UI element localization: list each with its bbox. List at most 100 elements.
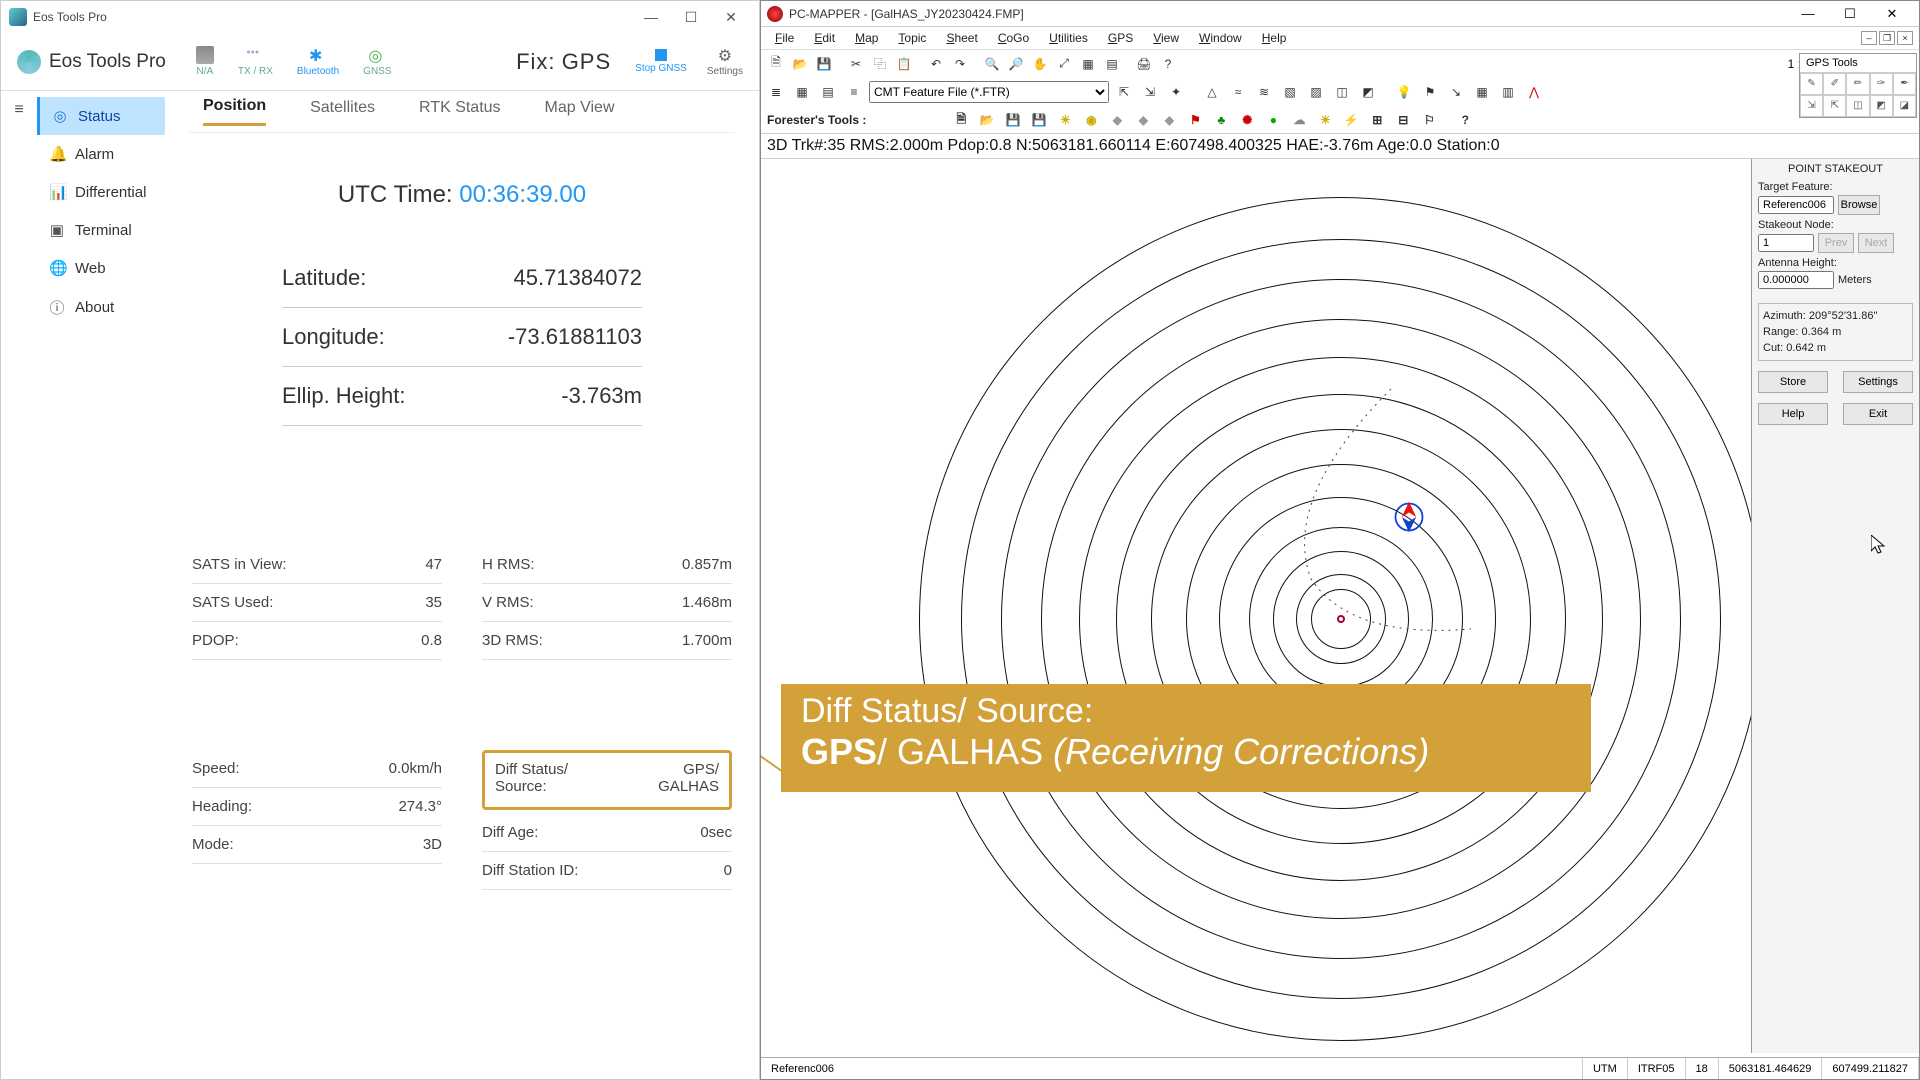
conn-txrx[interactable]: TX / RX bbox=[238, 46, 273, 77]
eos-titlebar[interactable]: Eos Tools Pro — ☐ ✕ bbox=[1, 1, 759, 33]
f-sun2-icon[interactable]: ☀ bbox=[1314, 109, 1336, 131]
menu-help[interactable]: Help bbox=[1254, 31, 1295, 45]
arrow-icon[interactable]: ↘ bbox=[1445, 81, 1467, 103]
f-save-icon[interactable]: 💾 bbox=[1002, 109, 1024, 131]
pan-icon[interactable]: ✋ bbox=[1029, 53, 1051, 75]
browse-button[interactable]: Browse bbox=[1838, 195, 1880, 215]
tab-satellites[interactable]: Satellites bbox=[310, 99, 375, 125]
gps-tool-6-icon[interactable]: ⇲ bbox=[1800, 95, 1823, 117]
gps-tool-5-icon[interactable]: ✒ bbox=[1893, 73, 1916, 95]
gps-tool-8-icon[interactable]: ◫ bbox=[1846, 95, 1869, 117]
gps-tool-9-icon[interactable]: ◩ bbox=[1870, 95, 1893, 117]
tool-b-icon[interactable]: ≈ bbox=[1227, 81, 1249, 103]
menu-cogo[interactable]: CoGo bbox=[990, 31, 1037, 45]
menu-sheet[interactable]: Sheet bbox=[938, 31, 985, 45]
grid-icon[interactable]: ▦ bbox=[1077, 53, 1099, 75]
gps-tool-4-icon[interactable]: ✑ bbox=[1870, 73, 1893, 95]
pcm-titlebar[interactable]: PC-MAPPER - [GalHAS_JY20230424.FMP] — ☐ … bbox=[761, 1, 1919, 27]
maximize-button[interactable]: ☐ bbox=[1829, 2, 1871, 26]
gps-tool-1-icon[interactable]: ✎ bbox=[1800, 73, 1823, 95]
minimize-button[interactable]: — bbox=[1787, 2, 1829, 26]
prev-button[interactable]: Prev bbox=[1818, 233, 1854, 253]
gps-tool-3-icon[interactable]: ✏ bbox=[1846, 73, 1869, 95]
mdi-restore[interactable]: ❐ bbox=[1879, 31, 1895, 45]
polyline-icon[interactable]: ⋀ bbox=[1523, 81, 1545, 103]
redo-icon[interactable]: ↷ bbox=[949, 53, 971, 75]
stakeout-node-input[interactable] bbox=[1758, 234, 1814, 252]
next-button[interactable]: Next bbox=[1858, 233, 1894, 253]
zoom-out-icon[interactable]: 🔎 bbox=[1005, 53, 1027, 75]
gps-tools-palette[interactable]: GPS Tools ✎✐✏✑✒ ⇲⇱◫◩◪ bbox=[1799, 53, 1917, 118]
export-icon[interactable]: ⇲ bbox=[1139, 81, 1161, 103]
f-g1-icon[interactable]: ◆ bbox=[1106, 109, 1128, 131]
menu-view[interactable]: View bbox=[1145, 31, 1187, 45]
feature-file-combo[interactable]: CMT Feature File (*.FTR) bbox=[869, 81, 1109, 103]
help-icon[interactable]: ? bbox=[1157, 53, 1179, 75]
stakeout-settings-button[interactable]: Settings bbox=[1843, 371, 1913, 393]
tab-map-view[interactable]: Map View bbox=[545, 99, 615, 125]
f-sun-icon[interactable]: ☀ bbox=[1054, 109, 1076, 131]
stop-gnss-button[interactable]: Stop GNSS bbox=[635, 49, 687, 74]
list-view-icon[interactable]: ≣ bbox=[765, 81, 787, 103]
f-new-icon[interactable]: 🗎 bbox=[950, 109, 972, 131]
f-ax-icon[interactable]: ✺ bbox=[1236, 109, 1258, 131]
hamburger-icon[interactable]: ≡ bbox=[1, 91, 37, 1079]
mdi-close[interactable]: × bbox=[1897, 31, 1913, 45]
f-flag2-icon[interactable]: ⚐ bbox=[1418, 109, 1440, 131]
conn-gnss[interactable]: GNSS bbox=[363, 46, 391, 77]
f-open-icon[interactable]: 📂 bbox=[976, 109, 998, 131]
tool-g-icon[interactable]: ◩ bbox=[1357, 81, 1379, 103]
minimize-button[interactable]: — bbox=[631, 3, 671, 31]
f-caliper-icon[interactable]: ⊟ bbox=[1392, 109, 1414, 131]
table-view-icon[interactable]: ▦ bbox=[791, 81, 813, 103]
menu-edit[interactable]: Edit bbox=[806, 31, 843, 45]
menu-gps[interactable]: GPS bbox=[1100, 31, 1141, 45]
tab-position[interactable]: Position bbox=[203, 97, 266, 126]
sidebar-item-alarm[interactable]: 🔔Alarm bbox=[37, 135, 165, 173]
tool-e-icon[interactable]: ▨ bbox=[1305, 81, 1327, 103]
new-icon[interactable]: 🗎 bbox=[765, 53, 787, 75]
bulb-icon[interactable]: 💡 bbox=[1393, 81, 1415, 103]
sidebar-item-differential[interactable]: 📊Differential bbox=[37, 173, 165, 211]
sheet-view-icon[interactable]: ▤ bbox=[817, 81, 839, 103]
maximize-button[interactable]: ☐ bbox=[671, 3, 711, 31]
menu-file[interactable]: File bbox=[767, 31, 802, 45]
menu-map[interactable]: Map bbox=[847, 31, 886, 45]
f-save2-icon[interactable]: 💾 bbox=[1028, 109, 1050, 131]
f-tree-icon[interactable]: ♣ bbox=[1210, 109, 1232, 131]
gps-tool-7-icon[interactable]: ⇱ bbox=[1823, 95, 1846, 117]
sidebar-item-web[interactable]: 🌐Web bbox=[37, 249, 165, 287]
f-cloud-icon[interactable]: ☁ bbox=[1288, 109, 1310, 131]
close-button[interactable]: ✕ bbox=[711, 3, 751, 31]
mdi-minimize[interactable]: – bbox=[1861, 31, 1877, 45]
flag-icon[interactable]: ⚑ bbox=[1419, 81, 1441, 103]
target-feature-input[interactable] bbox=[1758, 196, 1834, 214]
sidebar-item-about[interactable]: ⓘAbout bbox=[37, 287, 165, 328]
map-canvas[interactable]: Diff Status/ Source: GPS/ GALHAS (Receiv… bbox=[761, 159, 1919, 1055]
antenna-height-input[interactable] bbox=[1758, 271, 1834, 289]
chart-grid-icon[interactable]: ▦ bbox=[1471, 81, 1493, 103]
copy-icon[interactable]: ⿻ bbox=[869, 53, 891, 75]
close-button[interactable]: ✕ bbox=[1871, 2, 1913, 26]
f-coin-icon[interactable]: ◉ bbox=[1080, 109, 1102, 131]
undo-icon[interactable]: ↶ bbox=[925, 53, 947, 75]
store-button[interactable]: Store bbox=[1758, 371, 1828, 393]
bar-chart-icon[interactable]: ▥ bbox=[1497, 81, 1519, 103]
f-help-icon[interactable]: ? bbox=[1454, 109, 1476, 131]
settings-button[interactable]: Settings bbox=[707, 46, 743, 77]
f-g3-icon[interactable]: ◆ bbox=[1158, 109, 1180, 131]
zoom-extent-icon[interactable]: ⤢ bbox=[1053, 53, 1075, 75]
conn-na[interactable]: N/A bbox=[196, 46, 214, 77]
zoom-in-icon[interactable]: 🔍 bbox=[981, 53, 1003, 75]
tool-c-icon[interactable]: ≋ bbox=[1253, 81, 1275, 103]
tab-rtk-status[interactable]: RTK Status bbox=[419, 99, 501, 125]
f-led-icon[interactable]: ● bbox=[1262, 109, 1284, 131]
paste-icon[interactable]: 📋 bbox=[893, 53, 915, 75]
menu-window[interactable]: Window bbox=[1191, 31, 1250, 45]
sidebar-item-terminal[interactable]: ▣Terminal bbox=[37, 211, 165, 249]
exit-button[interactable]: Exit bbox=[1843, 403, 1913, 425]
lines-view-icon[interactable]: ≡ bbox=[843, 81, 865, 103]
tool-d-icon[interactable]: ▧ bbox=[1279, 81, 1301, 103]
print-icon[interactable]: 🖨 bbox=[1133, 53, 1155, 75]
save-icon[interactable]: 💾 bbox=[813, 53, 835, 75]
